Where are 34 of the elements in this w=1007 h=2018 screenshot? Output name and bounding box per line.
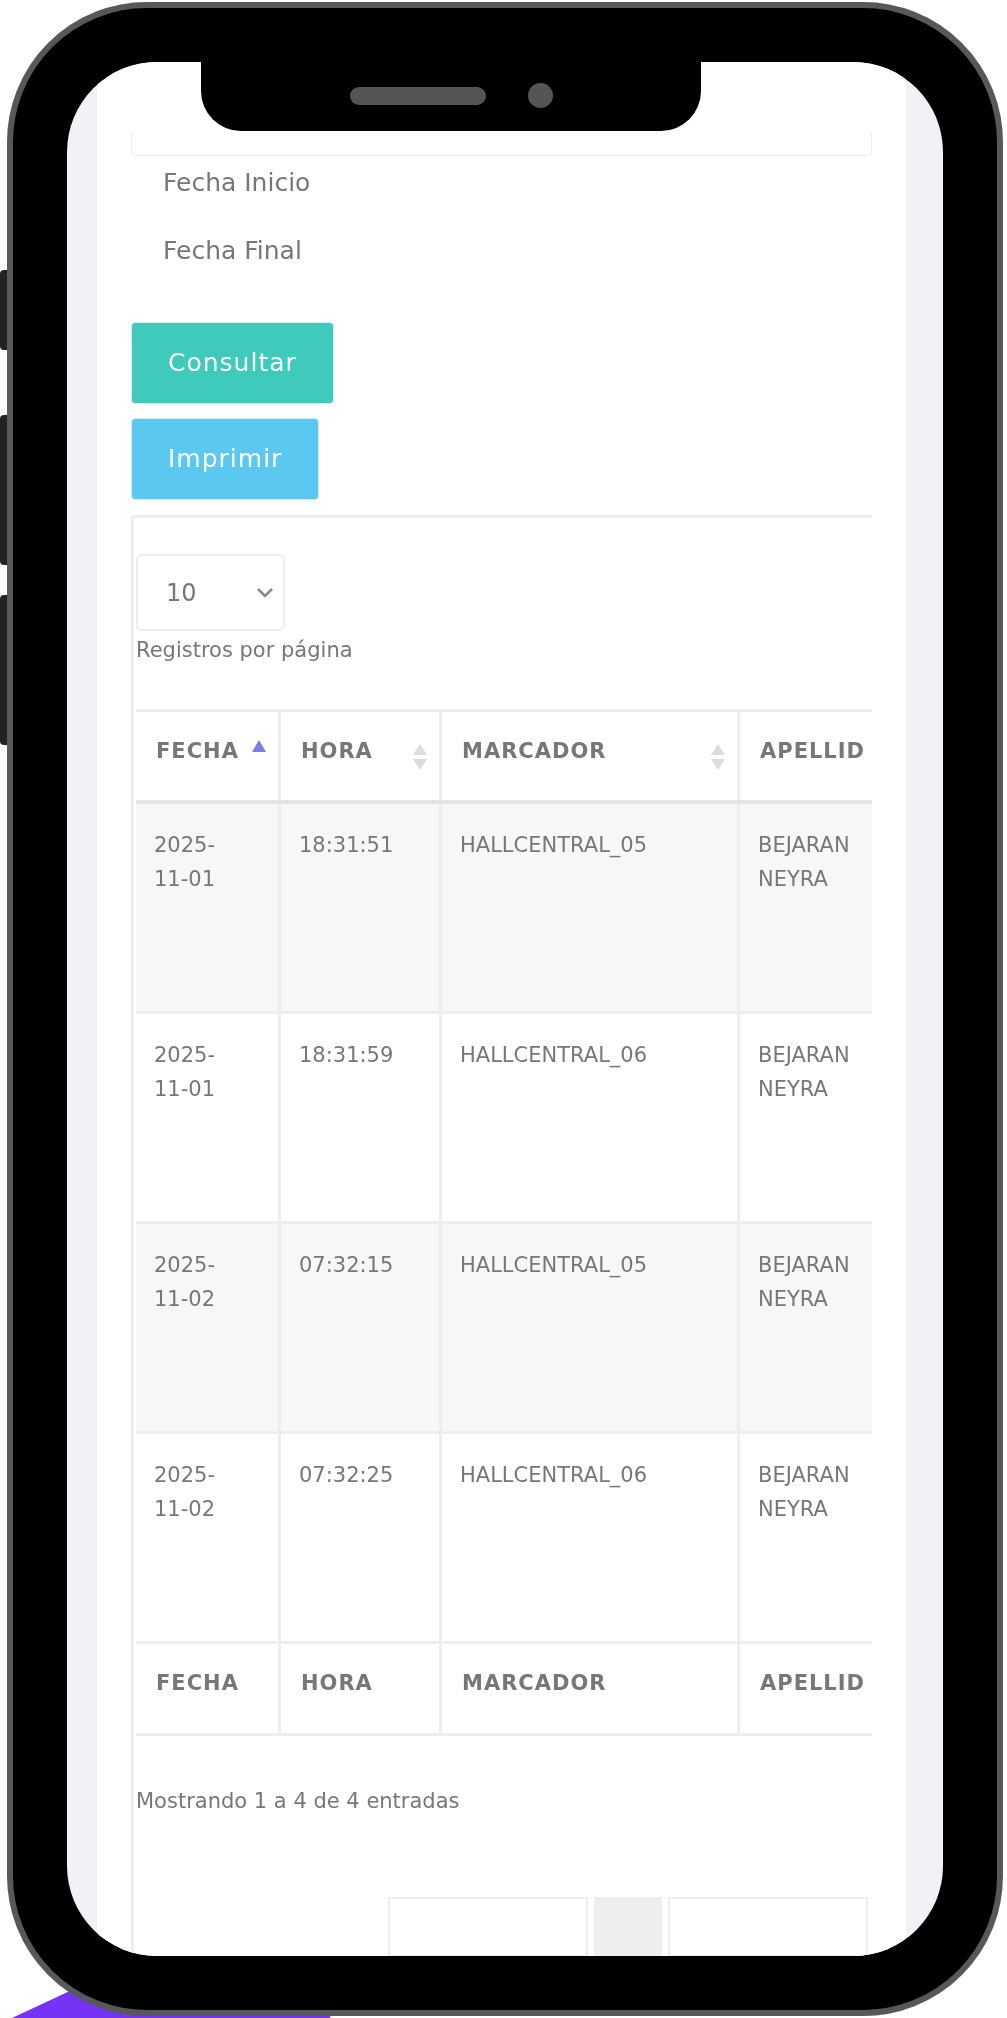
table-cell-text: 18:31:59 [299, 1041, 394, 1069]
pagination-button[interactable] [388, 1897, 588, 1956]
table-cell-text: HALLCENTRAL_05 [460, 1251, 648, 1280]
table-cell-text: BEJARAN NEYRA [758, 1461, 850, 1523]
table-cell-text: 2025- 11-02 [154, 1461, 216, 1523]
column-header[interactable]: APELLID [740, 711, 872, 800]
table-cell-text: HALLCENTRAL_06 [460, 1041, 648, 1070]
table-cell-text: BEJARAN NEYRA [758, 1251, 850, 1313]
page-size-label: Registros por página [136, 637, 353, 664]
table-cell-text: 07:32:25 [299, 1461, 394, 1489]
chevron-down-icon [257, 587, 273, 598]
table-cell-text: 2025- 11-02 [154, 1251, 216, 1313]
column-header[interactable]: HORA [281, 711, 442, 800]
column-header[interactable]: FECHA [136, 711, 281, 800]
table-cell-text: 2025- 11-01 [154, 831, 216, 893]
table-cell-text: 18:31:51 [299, 831, 394, 859]
table-info: Mostrando 1 a 4 de 4 entradas [136, 1787, 460, 1815]
pagination-button[interactable] [668, 1897, 868, 1956]
column-footer: MARCADOR [462, 1667, 607, 1699]
field-label: Fecha Inicio [163, 167, 311, 199]
table-cell-text: BEJARAN NEYRA [758, 1041, 850, 1103]
table-cell-text: 07:32:15 [299, 1251, 394, 1279]
page-size-select[interactable]: 10 [136, 554, 285, 631]
table-cell-text: HALLCENTRAL_05 [460, 831, 648, 860]
table-cell-text: HALLCENTRAL_06 [460, 1461, 648, 1490]
column-footer: APELLID [760, 1667, 865, 1699]
pagination-button[interactable] [594, 1897, 662, 1956]
table-cell-text: 2025- 11-01 [154, 1041, 216, 1103]
field-label: Fecha Final [163, 234, 302, 267]
input-field[interactable] [131, 132, 872, 156]
column-footer: FECHA [156, 1667, 239, 1699]
table-cell-text: BEJARAN NEYRA [758, 831, 850, 893]
column-footer: HORA [301, 1667, 373, 1699]
column-header[interactable]: MARCADOR [442, 711, 740, 800]
